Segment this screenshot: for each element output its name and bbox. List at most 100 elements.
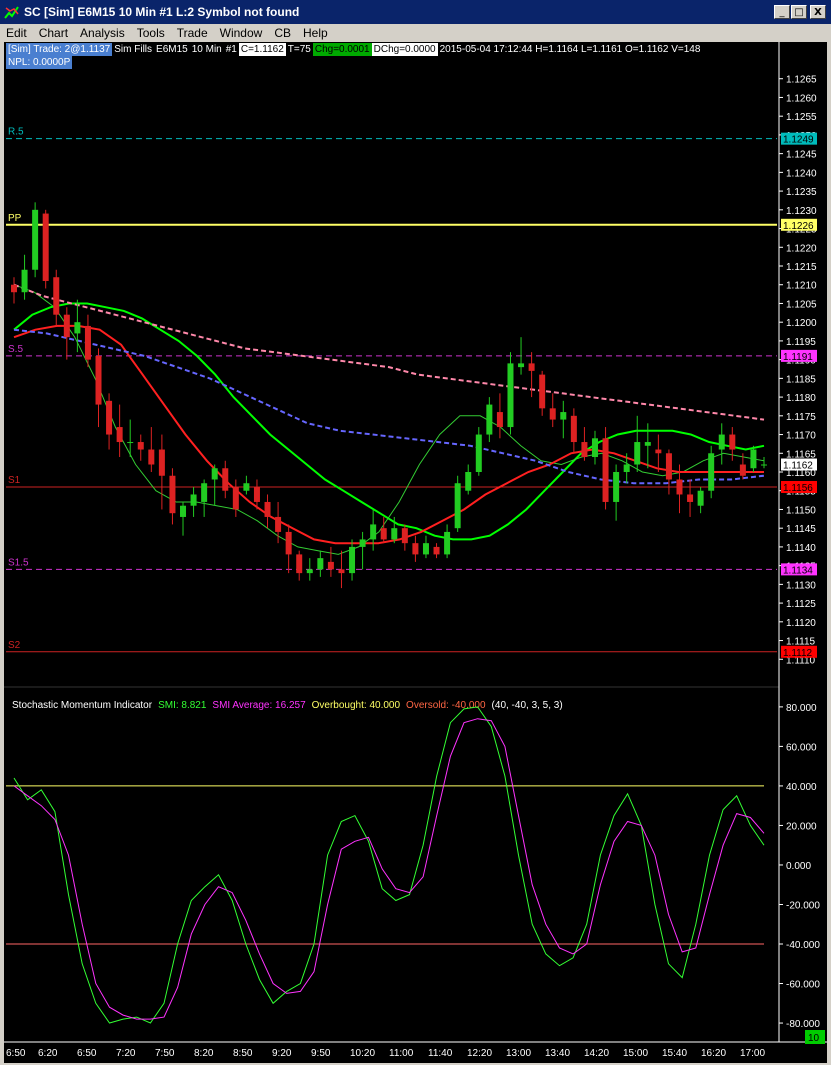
time-tick-label: 9:50 xyxy=(311,1048,331,1059)
price-tick-label: 1.1220 xyxy=(786,243,817,254)
title-bar[interactable]: SC [Sim] E6M15 10 Min #1 L:2 Symbol not … xyxy=(0,0,831,24)
current-price-tag-text: 1.1162 xyxy=(783,461,813,472)
candle-body xyxy=(349,546,356,574)
price-tick-label: 1.1150 xyxy=(786,505,816,516)
level-label: S2 xyxy=(8,640,21,651)
menu-chart[interactable]: Chart xyxy=(33,26,74,40)
smi-legend-item: Oversold: -40.000 xyxy=(406,700,486,711)
interval-label: 10 Min xyxy=(191,44,222,55)
candle-body xyxy=(232,486,239,510)
close-price-label: C=1.1162 xyxy=(238,43,286,56)
chart-canvas[interactable]: R.5 PP S.5 S1 S1.5 S2 Stochastic Momentum Ind… xyxy=(4,42,827,1063)
time-tick-label: 8:20 xyxy=(194,1048,214,1059)
candle-body xyxy=(106,400,113,435)
chart-info-bar: [Sim] Trade: 2@1.1137 Sim Fills E6M15 10… xyxy=(6,43,702,56)
candle-body xyxy=(444,531,451,555)
chart-area[interactable]: R.5 PP S.5 S1 S1.5 S2 Stochastic Momentum Ind… xyxy=(4,42,827,1063)
price-tick-label: 1.1180 xyxy=(786,393,816,404)
close-button[interactable]: X xyxy=(810,5,826,19)
candle-body xyxy=(549,408,556,420)
price-tick-label: 1.1210 xyxy=(786,281,817,292)
moving-averages xyxy=(13,283,765,555)
app-logo-icon xyxy=(4,4,20,20)
time-tick-label: 11:00 xyxy=(389,1048,414,1059)
candle-body xyxy=(401,528,408,544)
maximize-button[interactable]: □ xyxy=(791,5,807,19)
candle-body xyxy=(454,483,461,529)
price-tick-label: 1.1145 xyxy=(786,524,816,535)
candle-body xyxy=(53,277,60,315)
price-tick-label: 1.1130 xyxy=(786,580,816,591)
time-tick-label: 6:20 xyxy=(38,1048,58,1059)
smi-panel[interactable]: Stochastic Momentum Indicator SMI: 8.821 S… xyxy=(4,686,827,1024)
candle-body xyxy=(465,472,472,491)
candle-body xyxy=(475,434,482,472)
price-tick-label: 1.1235 xyxy=(786,187,817,198)
candle-body xyxy=(95,355,102,405)
level-price-tag-text: 1.1156 xyxy=(783,483,813,494)
price-tick-label: 1.1140 xyxy=(786,543,816,554)
pivot-levels: R.5 PP S.5 S1 S1.5 S2 xyxy=(6,127,777,653)
time-tick-label: 15:40 xyxy=(662,1048,687,1059)
time-tick-label: 14:20 xyxy=(584,1048,609,1059)
candle-body xyxy=(253,486,260,502)
bar-countdown-text: 10 xyxy=(808,1033,820,1044)
candle-body xyxy=(180,505,187,517)
level-price-tag-text: 1.1112 xyxy=(783,648,813,659)
candle-body xyxy=(42,213,49,281)
price-tick-label: 1.1215 xyxy=(786,262,817,273)
time-axis[interactable]: 6:50 6:20 6:50 7:20 7:50 8:20 8:50 9:20 9:50 10:2… xyxy=(4,1030,827,1059)
bar-info-label: 2015-05-04 17:12:44 H=1.1164 L=1.1161 O=… xyxy=(439,44,701,55)
candle-body xyxy=(518,363,525,368)
candle-body xyxy=(644,442,651,446)
menu-trade[interactable]: Trade xyxy=(171,26,214,40)
menu-edit[interactable]: Edit xyxy=(0,26,33,40)
smi-tick-label: 60.000 xyxy=(786,742,817,753)
menu-analysis[interactable]: Analysis xyxy=(74,26,131,40)
menu-tools[interactable]: Tools xyxy=(131,26,171,40)
menu-window[interactable]: Window xyxy=(214,26,269,40)
time-tick-label: 9:20 xyxy=(272,1048,292,1059)
menu-help[interactable]: Help xyxy=(297,26,334,40)
candle-body xyxy=(613,472,620,502)
chart-number-label: #1 xyxy=(225,44,237,55)
candle-body xyxy=(539,374,546,409)
smi-tick-label: 80.000 xyxy=(786,703,817,714)
time-tick-label: 12:20 xyxy=(467,1048,492,1059)
level-price-tag-text: 1.1134 xyxy=(783,565,813,576)
price-tick-label: 1.1245 xyxy=(786,150,817,161)
candle-body xyxy=(581,442,588,458)
time-tick-label: 7:50 xyxy=(155,1048,175,1059)
candle-body xyxy=(201,483,208,502)
smi-tick-label: 40.000 xyxy=(786,782,817,793)
time-tick-label: 8:50 xyxy=(233,1048,253,1059)
candle-body xyxy=(158,449,165,476)
time-tick-label: 10:20 xyxy=(350,1048,375,1059)
candle-body xyxy=(327,561,334,570)
smi-legend-item: Stochastic Momentum Indicator xyxy=(12,700,153,711)
window-title: SC [Sim] E6M15 10 Min #1 L:2 Symbol not … xyxy=(24,5,300,19)
minimize-button[interactable]: _ xyxy=(774,5,790,19)
moving-average-line xyxy=(13,328,765,485)
candle-body xyxy=(560,412,567,420)
menu-cb[interactable]: CB xyxy=(268,26,297,40)
candle-body xyxy=(306,569,313,574)
price-tick-label: 1.1175 xyxy=(786,412,816,423)
price-axis[interactable]: 1.12651.12601.12551.12501.12451.12401.12… xyxy=(778,42,827,1063)
price-tick-label: 1.1200 xyxy=(786,318,817,329)
candle-body xyxy=(422,543,429,555)
price-tick-label: 1.1255 xyxy=(786,112,817,123)
candle-body xyxy=(665,453,672,480)
price-tick-label: 1.1120 xyxy=(786,618,816,629)
application-window: SC [Sim] E6M15 10 Min #1 L:2 Symbol not … xyxy=(0,0,831,1065)
smi-legend-item: SMI Average: 16.257 xyxy=(212,700,306,711)
smi-legend-item: (40, -40, 3, 5, 3) xyxy=(492,700,563,711)
candle-body xyxy=(21,269,28,293)
level-label: R.5 xyxy=(8,127,24,138)
candle-body xyxy=(63,314,70,338)
candle-body xyxy=(528,363,535,371)
candle-body xyxy=(32,209,39,270)
candle-body xyxy=(623,464,630,472)
smi-legend-item: Overbought: 40.000 xyxy=(312,700,401,711)
smi-tick-label: -20.000 xyxy=(786,900,820,911)
